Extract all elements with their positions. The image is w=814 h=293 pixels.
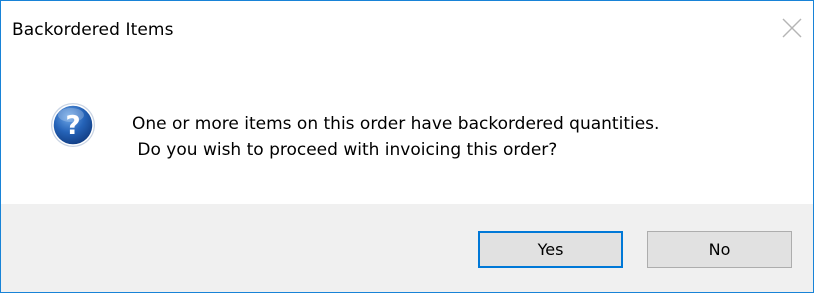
yes-button[interactable]: Yes [478, 231, 623, 268]
dialog-title: Backordered Items [12, 20, 174, 40]
close-button[interactable] [777, 13, 807, 43]
dialog-message: One or more items on this order have bac… [132, 111, 659, 163]
backordered-items-dialog: Backordered Items ? One or more items on… [0, 0, 814, 293]
question-icon: ? [49, 101, 97, 149]
button-bar: Yes No [1, 204, 813, 292]
close-icon [782, 18, 802, 38]
dialog-content: ? One or more items on this order have b… [1, 61, 813, 204]
no-button[interactable]: No [647, 231, 792, 268]
message-line-2: Do you wish to proceed with invoicing th… [132, 140, 558, 160]
svg-text:?: ? [65, 111, 80, 141]
message-line-1: One or more items on this order have bac… [132, 114, 660, 134]
title-bar: Backordered Items [1, 1, 813, 61]
